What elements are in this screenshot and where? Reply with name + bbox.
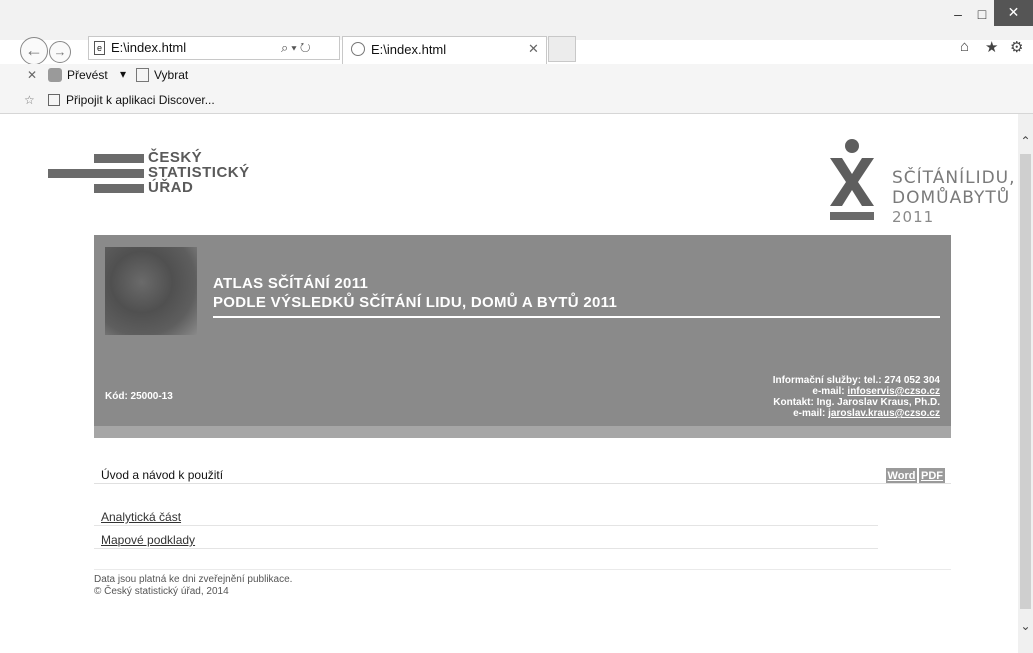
banner: ATLAS SČÍTÁNÍ 2011 PODLE VÝSLEDKŮ SČÍTÁN…: [94, 235, 951, 437]
title-divider: [213, 316, 940, 318]
tab-title: E:\index.html: [371, 42, 447, 57]
contact-email-row: e-mail: jaroslav.kraus@czso.cz: [793, 408, 940, 419]
contact-email-link[interactable]: jaroslav.kraus@czso.cz: [828, 408, 940, 419]
atlas-subtitle: PODLE VÝSLEDKŮ SČÍTÁNÍ LIDU, DOMŮ A BYTŮ…: [213, 294, 618, 311]
convert-icon: [48, 68, 62, 82]
select-icon: [136, 68, 149, 82]
ie-icon: [351, 42, 365, 56]
back-arrow-icon[interactable]: ←: [20, 37, 48, 65]
contact-person: Kontakt: Ing. Jaroslav Kraus, Ph.D.: [773, 397, 940, 408]
pdf-button[interactable]: PDF: [919, 468, 945, 484]
footer-validity: Data jsou platná ke dni zveřejnění publi…: [94, 574, 293, 585]
info-services: Informační služby: tel.: 274 052 304: [772, 375, 940, 386]
csu-logo: ČESKÝ STATISTICKÝ ÚŘAD: [48, 148, 249, 198]
home-icon[interactable]: ⌂: [960, 38, 969, 55]
close-window-icon[interactable]: ✕: [994, 0, 1033, 26]
intro-label: Úvod a návod k použití: [101, 468, 224, 482]
address-bar[interactable]: e E:\index.html ⌕▾↻: [88, 36, 340, 60]
footer-divider: [94, 569, 951, 570]
logo-bar: [94, 154, 144, 163]
divider: [94, 525, 878, 526]
email-link[interactable]: infoservis@czso.cz: [847, 386, 940, 397]
logo-bar: [48, 169, 144, 178]
info-email-row: e-mail: infoservis@czso.cz: [812, 386, 940, 397]
census-figure-icon: [830, 139, 874, 220]
census-year: 2011: [892, 208, 935, 226]
vertical-scrollbar[interactable]: ⌃ ⌄: [1018, 114, 1033, 653]
footer-copyright: © Český statistický úřad, 2014: [94, 586, 229, 597]
favorites-bar: ☆ Připojit k aplikaci Discover...: [0, 88, 1033, 114]
scroll-up-icon[interactable]: ⌃: [1018, 134, 1033, 148]
census-logo: SČÍTÁNÍLIDU, DOMŮABYTŮ 2011: [828, 136, 1015, 228]
divider: [94, 483, 951, 484]
logo-bar: [94, 184, 144, 193]
browser-tab[interactable]: E:\index.html ✕: [342, 36, 547, 64]
scroll-thumb[interactable]: [1020, 154, 1031, 609]
favorites-item[interactable]: Připojit k aplikaci Discover...: [66, 93, 215, 107]
settings-gear-icon[interactable]: ⚙: [1010, 38, 1023, 56]
browser-titlebar: [0, 0, 1033, 40]
logo-text: ÚŘAD: [148, 179, 194, 196]
page-icon: e: [94, 41, 105, 55]
atlas-title: ATLAS SČÍTÁNÍ 2011: [213, 275, 369, 292]
tab-close-icon[interactable]: ✕: [528, 41, 539, 57]
email-label: e-mail:: [793, 408, 829, 419]
email-label: e-mail:: [812, 386, 848, 397]
address-text[interactable]: E:\index.html: [111, 40, 186, 55]
convert-button[interactable]: Převést: [67, 68, 108, 82]
new-tab-button[interactable]: [548, 36, 576, 62]
banner-strip: [94, 426, 951, 438]
scroll-down-icon[interactable]: ⌄: [1018, 619, 1033, 633]
census-text: SČÍTÁNÍLIDU,: [892, 168, 1016, 188]
select-button[interactable]: Vybrat: [154, 68, 188, 82]
link-analytical-part[interactable]: Analytická část: [101, 510, 181, 524]
word-button[interactable]: Word: [886, 468, 917, 484]
link-map-data[interactable]: Mapové podklady: [101, 533, 195, 547]
add-favorites-icon[interactable]: ☆: [24, 93, 35, 107]
command-bar: ✕ Převést ▾ Vybrat: [0, 64, 1033, 88]
census-text: DOMŮABYTŮ: [892, 188, 1011, 208]
chart-icon: [48, 94, 60, 106]
search-refresh-icon[interactable]: ⌕▾↻: [281, 40, 314, 56]
chevron-down-icon[interactable]: ▾: [120, 67, 126, 81]
divider: [94, 548, 878, 549]
favorites-star-icon[interactable]: ★: [985, 38, 998, 56]
page-viewport: ČESKÝ STATISTICKÝ ÚŘAD SČÍTÁNÍLIDU, DOMŮ…: [0, 114, 1018, 653]
forward-arrow-icon[interactable]: →: [49, 41, 71, 63]
code-label: Kód: 25000-13: [105, 391, 173, 402]
maximize-icon[interactable]: □: [968, 6, 996, 24]
close-toolbar-icon[interactable]: ✕: [27, 68, 37, 82]
map-thumbnail: [105, 247, 197, 335]
